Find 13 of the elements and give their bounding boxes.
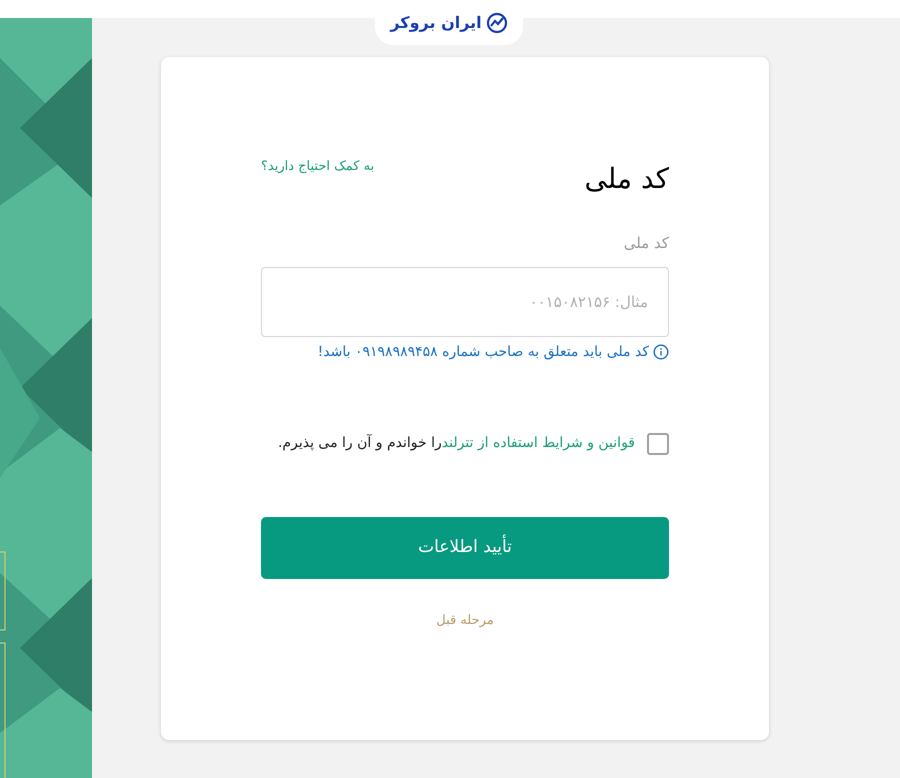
- terms-checkbox[interactable]: [647, 432, 669, 454]
- back-link[interactable]: مرحله قبل: [436, 610, 494, 630]
- national-id-field[interactable]: مثال: ۰۰۱۵۰۸۲۱۵۶: [261, 266, 669, 336]
- terms-text: قوانین و شرایط استفاده از تترلندرا خواندم و آن را می پذیرم.: [278, 433, 635, 453]
- help-link[interactable]: به کمک احتیاج دارید؟: [261, 157, 374, 176]
- hint-text: کد ملی باید متعلق به صاحب شماره ۰۹۱۹۸۹۸۹۴۵۸ باشد!: [318, 342, 649, 362]
- terms-link[interactable]: قوانین و شرایط استفاده از تترلند: [442, 435, 635, 451]
- chart-logo-icon: [486, 12, 508, 34]
- info-icon: [653, 344, 669, 360]
- form-title: کد ملی: [584, 161, 669, 196]
- submit-button[interactable]: تأیید اطلاعات: [261, 516, 669, 578]
- logo-text: ایران بروکر: [390, 12, 482, 34]
- field-label: کد ملی: [622, 233, 669, 254]
